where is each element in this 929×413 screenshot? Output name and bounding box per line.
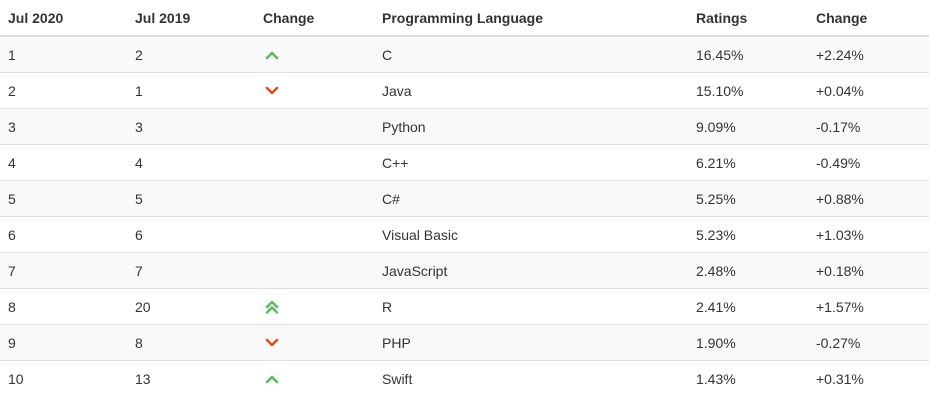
rank-2019-cell: 4	[135, 154, 143, 171]
table-row: 6 6 Visual Basic 5.23% +1.03%	[0, 217, 929, 253]
rating-cell: 1.43%	[696, 371, 736, 387]
table-row: 5 5 C# 5.25% +0.88%	[0, 181, 929, 217]
header-jul-2020: Jul 2020	[8, 9, 64, 26]
rating-cell: 2.48%	[696, 262, 736, 279]
rating-cell: 1.90%	[696, 334, 736, 351]
trend-cell	[263, 37, 279, 72]
rating-change-cell: +0.88%	[816, 190, 864, 207]
rating-change-cell: -0.49%	[816, 154, 861, 171]
rank-2020-cell: 10	[8, 371, 24, 387]
table-row: 10 13 Swift 1.43% +0.31%	[0, 361, 929, 397]
down-icon	[265, 84, 279, 98]
rank-2019-cell: 3	[135, 118, 143, 135]
rank-2019-cell: 13	[135, 371, 151, 387]
language-cell: Visual Basic	[382, 226, 459, 243]
rating-cell: 6.21%	[696, 154, 736, 171]
rating-change-cell: +2.24%	[816, 46, 864, 63]
table-row: 4 4 C++ 6.21% -0.49%	[0, 145, 929, 181]
rank-2020-cell: 4	[8, 154, 16, 171]
language-cell: C++	[382, 154, 409, 171]
rank-2020-cell: 6	[8, 226, 16, 243]
language-cell: PHP	[382, 334, 411, 351]
rank-2019-cell: 1	[135, 82, 143, 99]
rating-cell: 2.41%	[696, 298, 736, 315]
rank-2020-cell: 9	[8, 334, 16, 351]
table-row: 8 20 R 2.41% +1.57%	[0, 289, 929, 325]
rank-2019-cell: 8	[135, 334, 143, 351]
rank-2019-cell: 5	[135, 190, 143, 207]
rank-2020-cell: 5	[8, 190, 16, 207]
ranking-table: Jul 2020 Jul 2019 Change Programming Lan…	[0, 0, 929, 397]
header-ratings: Ratings	[696, 9, 748, 26]
table-header: Jul 2020 Jul 2019 Change Programming Lan…	[0, 0, 929, 37]
table-row: 2 1 Java 15.10% +0.04%	[0, 73, 929, 109]
rank-2019-cell: 2	[135, 46, 143, 63]
language-cell: Swift	[382, 371, 413, 387]
rank-2020-cell: 8	[8, 298, 16, 315]
language-cell: C#	[382, 190, 400, 207]
trend-cell	[263, 289, 279, 324]
rank-2019-cell: 20	[135, 298, 151, 315]
header-change-rating: Change	[816, 9, 868, 26]
rating-cell: 16.45%	[696, 46, 744, 63]
rank-2020-cell: 2	[8, 82, 16, 99]
language-cell: R	[382, 298, 393, 315]
header-jul-2019: Jul 2019	[135, 9, 191, 26]
rank-2019-cell: 7	[135, 262, 143, 279]
rank-2020-cell: 7	[8, 262, 16, 279]
rating-change-cell: +0.18%	[816, 262, 864, 279]
language-cell: Python	[382, 118, 426, 135]
rating-change-cell: -0.27%	[816, 334, 861, 351]
up-icon	[265, 372, 279, 386]
language-cell: Java	[382, 82, 412, 99]
header-language: Programming Language	[382, 9, 544, 26]
rating-cell: 9.09%	[696, 118, 736, 135]
rating-change-cell: +1.57%	[816, 298, 864, 315]
table-row: 3 3 Python 9.09% -0.17%	[0, 109, 929, 145]
table-row: 1 2 C 16.45% +2.24%	[0, 37, 929, 73]
up-icon	[265, 48, 279, 62]
table-body: 1 2 C 16.45% +2.24% 2 1 Java 15.10% +0.04% 3 3 Pytho…	[0, 37, 929, 397]
down-icon	[265, 336, 279, 350]
rank-2020-cell: 3	[8, 118, 16, 135]
rank-2020-cell: 1	[8, 46, 16, 63]
language-cell: C	[382, 46, 393, 63]
double-up-icon	[265, 300, 279, 314]
trend-cell	[263, 325, 279, 360]
rating-change-cell: -0.17%	[816, 118, 861, 135]
table-row: 9 8 PHP 1.90% -0.27%	[0, 325, 929, 361]
trend-cell	[263, 73, 279, 108]
table-row: 7 7 JavaScript 2.48% +0.18%	[0, 253, 929, 289]
rank-2019-cell: 6	[135, 226, 143, 243]
rating-cell: 5.25%	[696, 190, 736, 207]
trend-cell	[263, 361, 279, 397]
rating-cell: 15.10%	[696, 82, 744, 99]
language-cell: JavaScript	[382, 262, 448, 279]
rating-change-cell: +0.04%	[816, 82, 864, 99]
header-change-rank: Change	[263, 9, 315, 26]
rating-change-cell: +0.31%	[816, 371, 864, 387]
rating-change-cell: +1.03%	[816, 226, 864, 243]
rating-cell: 5.23%	[696, 226, 736, 243]
